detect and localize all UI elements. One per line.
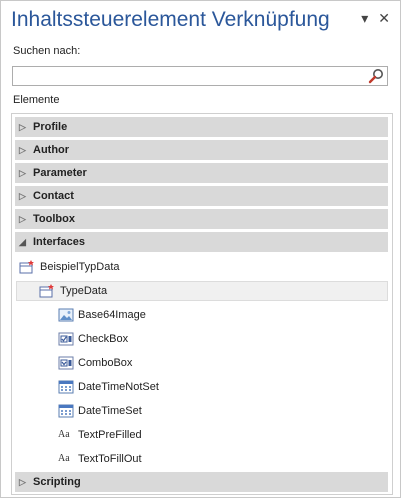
tree-node-root[interactable]: BeispielTypData <box>16 257 388 277</box>
group-label: Author <box>33 144 70 156</box>
group-contact[interactable]: ▷ Contact <box>15 186 388 206</box>
text-icon: Aa <box>58 429 70 440</box>
group-label: Toolbox <box>33 213 75 225</box>
collapse-arrow-icon[interactable]: ◢ <box>19 232 26 252</box>
tree-item-datetimeset[interactable]: DateTimeSet <box>56 401 386 421</box>
group-label: Profile <box>33 121 68 133</box>
search-field <box>12 66 388 86</box>
group-interfaces[interactable]: ◢ Interfaces <box>15 232 388 252</box>
group-label: Parameter <box>33 167 87 179</box>
node-label: TypeData <box>60 285 108 297</box>
tree-node-typedata[interactable]: TypeData <box>16 281 388 301</box>
checkbox-control-icon <box>58 332 74 346</box>
tree-item-base64image[interactable]: Base64Image <box>56 305 386 325</box>
group-scripting[interactable]: ▷ Scripting <box>15 472 388 492</box>
expand-arrow-icon[interactable]: ▷ <box>19 472 26 492</box>
pane-title: Inhaltssteuerelement Verknüpfung <box>11 8 330 31</box>
item-label: DateTimeSet <box>78 405 142 417</box>
expand-arrow-icon[interactable]: ▷ <box>19 186 26 206</box>
expand-arrow-icon[interactable]: ▷ <box>19 163 26 183</box>
tree-item-textprefilled[interactable]: Aa TextPreFilled <box>56 425 386 445</box>
class-icon <box>19 260 35 274</box>
image-icon <box>58 308 74 322</box>
elements-label: Elemente <box>13 94 60 106</box>
tree-item-checkbox[interactable]: CheckBox <box>56 329 386 349</box>
class-icon <box>39 284 55 298</box>
group-toolbox[interactable]: ▷ Toolbox <box>15 209 388 229</box>
group-profile[interactable]: ▷ Profile <box>15 117 388 137</box>
item-label: DateTimeNotSet <box>78 381 159 393</box>
tree-item-combobox[interactable]: ComboBox <box>56 353 386 373</box>
node-label: BeispielTypData <box>40 261 120 273</box>
text-icon: Aa <box>58 453 70 464</box>
group-author[interactable]: ▷ Author <box>15 140 388 160</box>
elements-tree[interactable]: ▷ Profile ▷ Author ▷ Parameter ▷ Contact… <box>11 113 393 495</box>
tree-item-datetimenotset[interactable]: DateTimeNotSet <box>56 377 386 397</box>
combobox-control-icon <box>58 356 74 370</box>
pane-controls: ▾ ✕ <box>361 11 390 25</box>
close-icon[interactable]: ✕ <box>378 11 390 25</box>
group-label: Contact <box>33 190 74 202</box>
item-label: Base64Image <box>78 309 146 321</box>
calendar-icon <box>58 404 74 418</box>
search-button[interactable] <box>367 68 385 84</box>
item-label: CheckBox <box>78 333 129 345</box>
group-label: Interfaces <box>33 236 85 248</box>
tree-item-texttofillout[interactable]: Aa TextToFillOut <box>56 449 386 469</box>
item-label: TextPreFilled <box>78 429 142 441</box>
expand-arrow-icon[interactable]: ▷ <box>19 209 26 229</box>
expand-arrow-icon[interactable]: ▷ <box>19 117 26 137</box>
search-label: Suchen nach: <box>13 45 81 57</box>
calendar-icon <box>58 380 74 394</box>
item-label: TextToFillOut <box>78 453 142 465</box>
content-control-link-pane: Inhaltssteuerelement Verknüpfung ▾ ✕ Suc… <box>0 0 401 498</box>
item-label: ComboBox <box>78 357 133 369</box>
pane-options-menu-icon[interactable]: ▾ <box>361 11 368 25</box>
expand-arrow-icon[interactable]: ▷ <box>19 140 26 160</box>
group-parameter[interactable]: ▷ Parameter <box>15 163 388 183</box>
search-icon <box>368 69 383 84</box>
search-input[interactable] <box>16 68 360 86</box>
group-label: Scripting <box>33 476 81 488</box>
